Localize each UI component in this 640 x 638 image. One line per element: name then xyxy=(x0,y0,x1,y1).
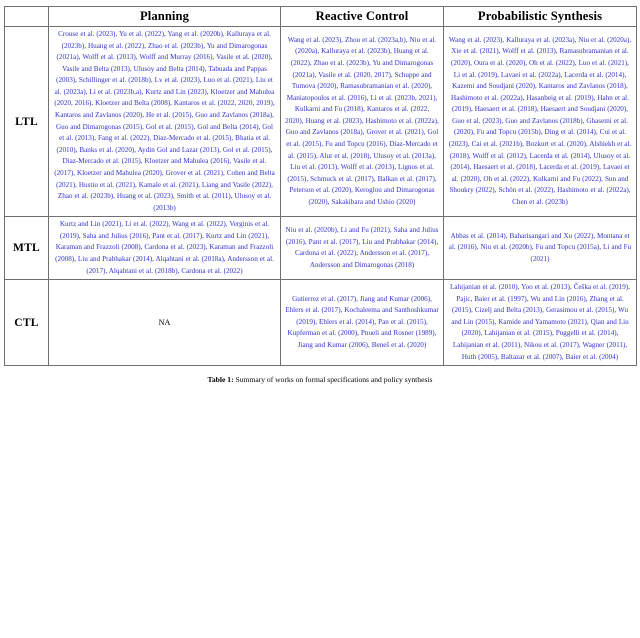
cell-mtl-reactive: Niu et al. (2020b), Li and Fu (2021), Sa… xyxy=(280,216,444,281)
citation-summary-table: Planning Reactive Control Probabilistic … xyxy=(4,6,637,367)
cell-mtl-probabilistic: Abbas et al. (2014), Baharisangari and X… xyxy=(443,216,637,281)
cell-ltl-planning: Crouse et al. (2023), Yu et al. (2022), … xyxy=(48,25,281,218)
header-reactive-control: Reactive Control xyxy=(280,6,444,27)
table-header: Planning Reactive Control Probabilistic … xyxy=(4,6,637,27)
table-body: LTL Crouse et al. (2023), Yu et al. (202… xyxy=(4,25,637,367)
cell-ltl-probabilistic: Wang et al. (2023), Kalluraya et al. (20… xyxy=(443,25,637,218)
cell-ctl-probabilistic: Lahijanian et al. (2010), Yoo et al. (20… xyxy=(443,279,637,367)
table-row: CTL NA Gutierrez et al. (2017), Jiang an… xyxy=(4,279,637,367)
table-row: LTL Crouse et al. (2023), Yu et al. (202… xyxy=(4,25,637,218)
cell-ctl-planning: NA xyxy=(48,279,281,367)
cell-mtl-planning: Kurtz and Lin (2021), Li et al. (2022), … xyxy=(48,216,281,281)
caption-label: Table 1: xyxy=(207,375,234,385)
row-label-ltl: LTL xyxy=(4,25,49,218)
table-row: MTL Kurtz and Lin (2021), Li et al. (202… xyxy=(4,216,637,281)
row-label-mtl: MTL xyxy=(4,216,49,281)
table-figure-page: Planning Reactive Control Probabilistic … xyxy=(0,0,640,638)
header-row: Planning Reactive Control Probabilistic … xyxy=(4,6,637,27)
header-probabilistic-synthesis: Probabilistic Synthesis xyxy=(443,6,637,27)
header-planning: Planning xyxy=(48,6,281,27)
table-caption: Table 1: Summary of works on formal spec… xyxy=(40,375,600,386)
header-corner-blank xyxy=(4,6,49,27)
cell-ltl-reactive: Wang et al. (2023), Zhou et al. (2023a,b… xyxy=(280,25,444,218)
row-label-ctl: CTL xyxy=(4,279,49,367)
caption-text: Summary of works on formal specification… xyxy=(235,375,433,385)
cell-ctl-reactive: Gutierrez et al. (2017), Jiang and Kumar… xyxy=(280,279,444,367)
